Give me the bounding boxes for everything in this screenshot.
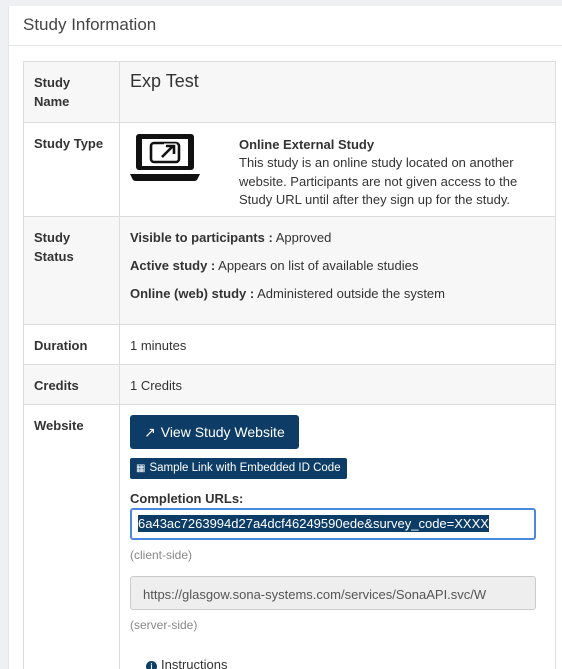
- laptop-external-link-icon: [130, 134, 200, 181]
- credits-value: 1 Credits: [119, 364, 556, 405]
- instructions-link[interactable]: i Instructions: [146, 655, 545, 669]
- row-study-name: Study Name Exp Test: [23, 61, 556, 123]
- status-visible: Visible to participants : Approved: [130, 230, 332, 245]
- completion-urls-label: Completion URLs:: [130, 491, 244, 506]
- qr-code-icon: ▦: [136, 463, 146, 474]
- status-active: Active study : Appears on list of availa…: [130, 258, 419, 273]
- row-credits: Credits 1 Credits: [23, 364, 556, 405]
- duration-label: Duration: [23, 324, 120, 365]
- study-name-label: Study Name: [23, 61, 120, 123]
- study-name-value: Exp Test: [119, 61, 556, 123]
- sample-link-button[interactable]: ▦ Sample Link with Embedded ID Code: [130, 458, 347, 479]
- website-label: Website: [23, 404, 120, 669]
- study-type-title: Online External Study: [239, 137, 375, 152]
- study-type-label: Study Type: [23, 122, 120, 217]
- row-duration: Duration 1 minutes: [23, 324, 556, 365]
- client-side-note: (client-side): [130, 548, 193, 562]
- status-online: Online (web) study : Administered outsid…: [130, 286, 445, 301]
- row-study-status: Study Status Visible to participants : A…: [23, 216, 556, 325]
- external-link-icon: ↗: [144, 423, 156, 440]
- duration-value: 1 minutes: [119, 324, 556, 365]
- view-study-website-button[interactable]: ↗ View Study Website: [130, 415, 299, 449]
- credits-label: Credits: [23, 364, 120, 405]
- panel-title: Study Information: [9, 6, 562, 46]
- client-side-url-field[interactable]: 6a43ac7263994d27a4dcf46249590ede&survey_…: [130, 508, 536, 540]
- row-study-type: Study Type Online External Study This st…: [23, 122, 556, 217]
- row-website: Website ↗ View Study Website ▦ Sample Li…: [23, 404, 556, 669]
- study-type-description: This study is an online study located on…: [239, 155, 518, 207]
- study-info-table: Study Name Exp Test Study Type Online Ex…: [23, 61, 556, 669]
- study-status-label: Study Status: [23, 216, 120, 325]
- study-info-panel: Study Information Study Name Exp Test St…: [8, 6, 562, 669]
- server-side-url-field[interactable]: https://glasgow.sona-systems.com/service…: [130, 576, 536, 610]
- info-icon: i: [146, 661, 157, 669]
- server-side-note: (server-side): [130, 618, 198, 632]
